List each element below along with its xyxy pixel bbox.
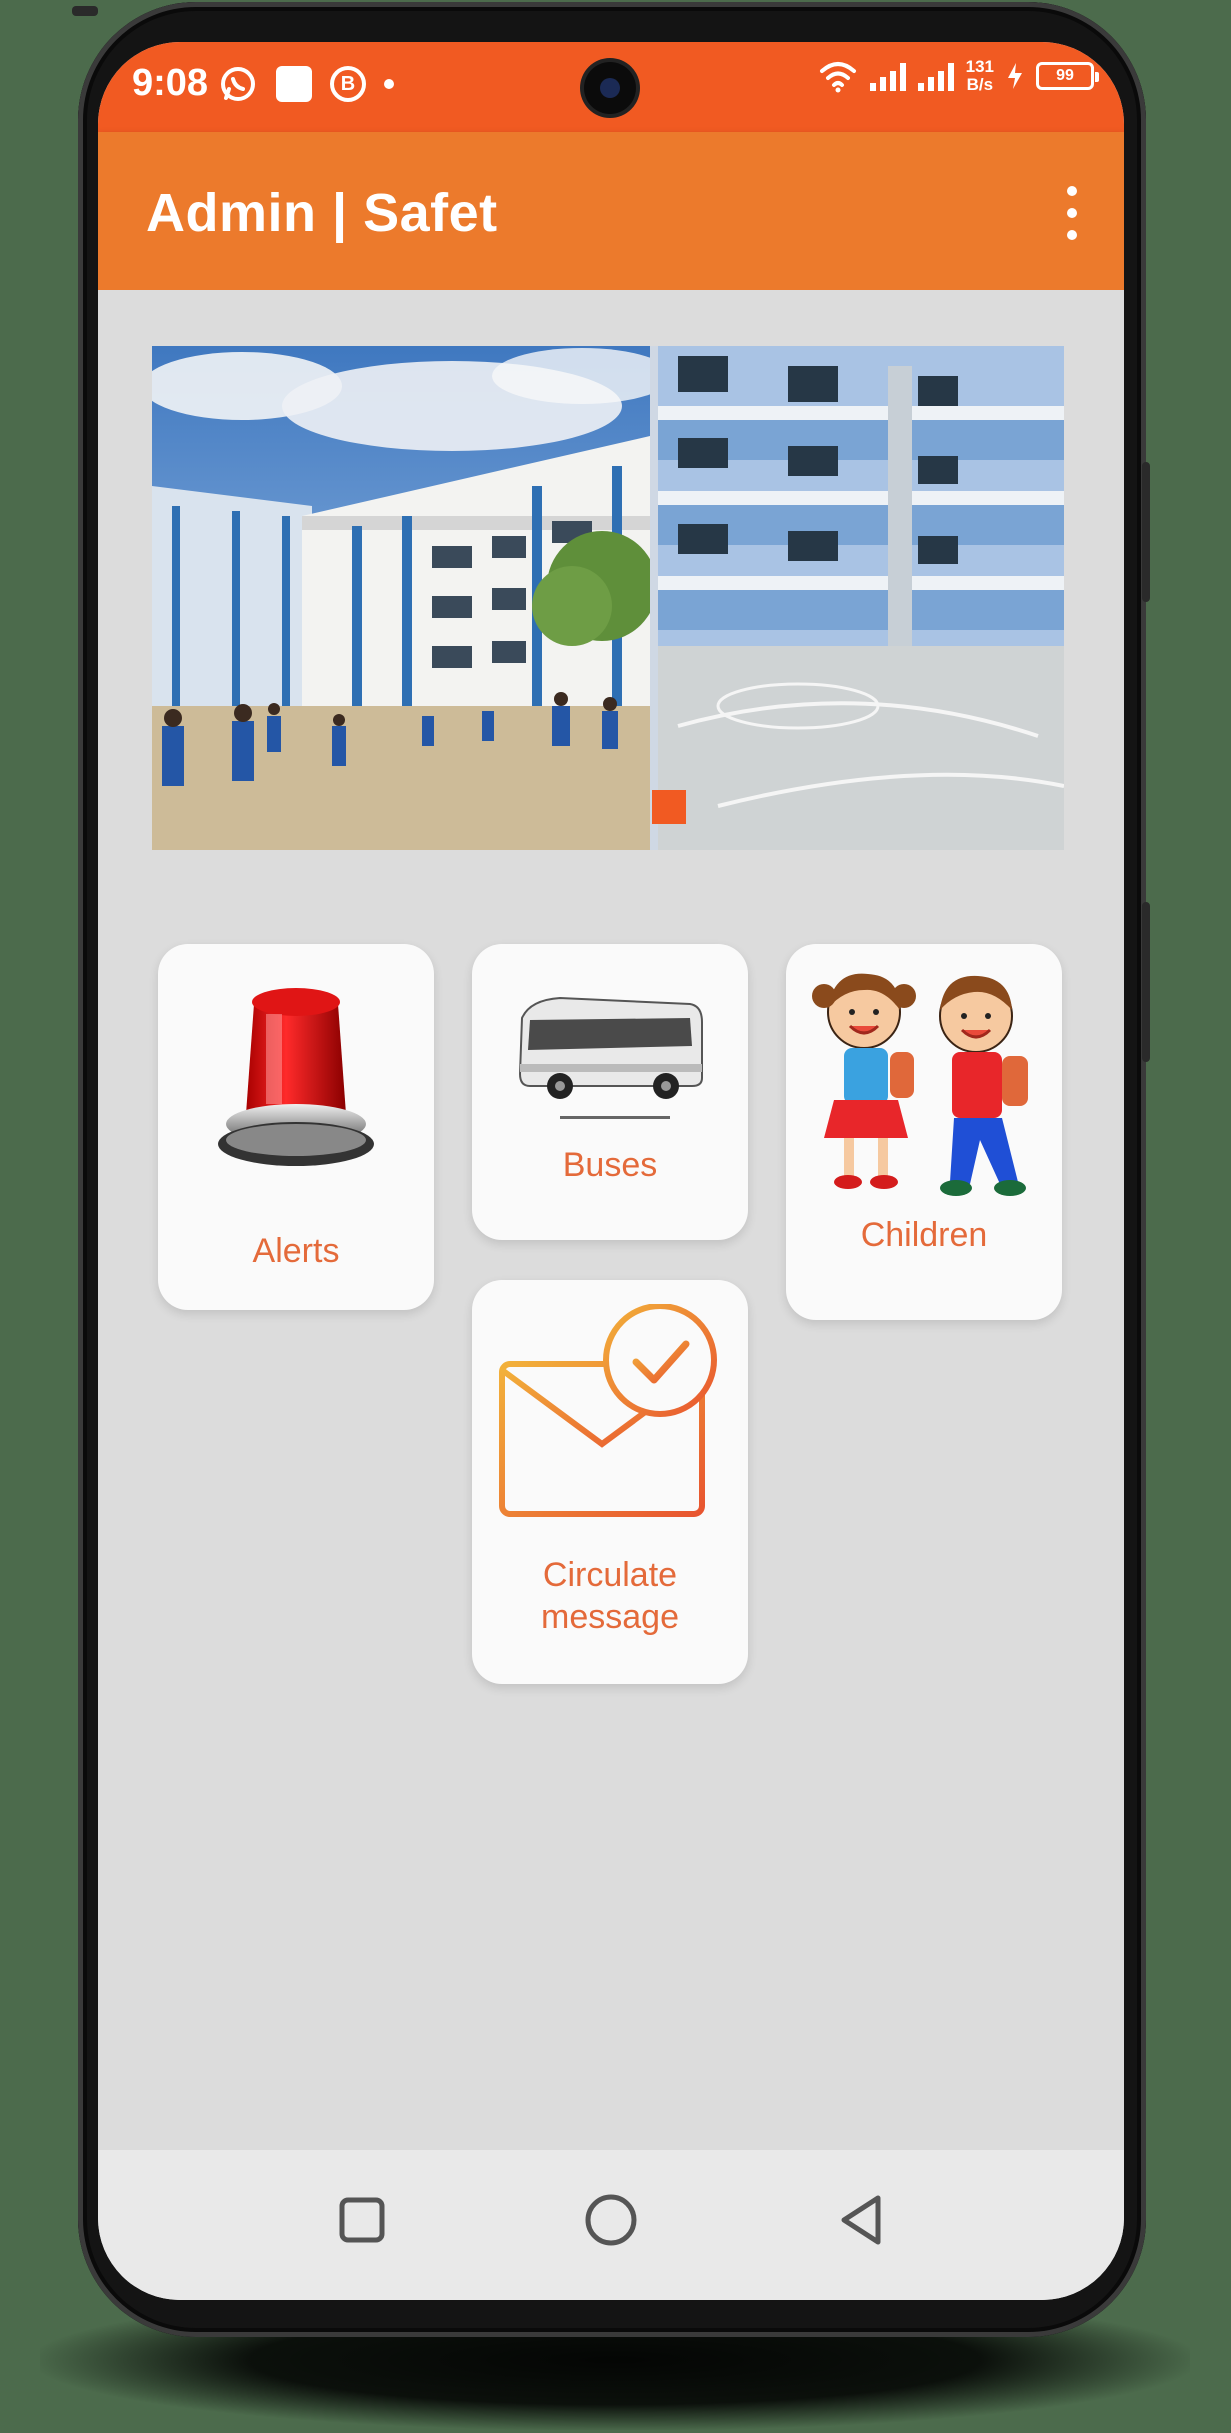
status-right-icons: 131 B/s 99 [818,58,1099,94]
battery-icon: 99 [1036,62,1099,90]
whatsapp-icon [221,67,255,101]
front-camera [584,62,636,114]
carousel-indicator[interactable] [652,790,686,824]
power-button [1142,902,1150,1062]
net-speed: 131 B/s [966,58,994,94]
volume-button [1142,462,1150,602]
top-edge-detail [72,6,98,16]
app-square-icon [276,66,312,102]
siren-icon [218,988,374,1166]
net-speed-value: 131 [965,57,994,76]
back-button[interactable] [832,2190,892,2250]
charging-icon [1008,63,1022,89]
alerts-label: Alerts [252,1232,340,1270]
recents-button[interactable] [332,2190,392,2250]
signal-icon-1 [869,61,906,91]
navigation-bar [98,2150,1124,2300]
children-icon [812,973,1028,1196]
home-button[interactable] [581,2190,641,2250]
signal-icon-2 [917,61,954,91]
status-time: 9:08 [132,62,209,104]
overflow-menu-icon[interactable] [1060,186,1084,240]
wifi-icon [819,62,856,93]
dashboard-content: Alerts Buses Children Circulate message [98,290,1124,2150]
circulate-message-label: Circulate message [541,1554,679,1638]
dot-icon [384,79,394,89]
bus-icon [518,996,703,1119]
net-speed-unit: B/s [966,75,994,94]
children-tile[interactable]: Children [786,944,1062,1320]
app-bar: Admin | Safet [98,132,1124,290]
notification-icons: B [218,64,394,104]
circulate-label-line2: message [541,1598,679,1636]
circulate-label-line1: Circulate [542,1556,678,1594]
school-courtyard-photo [152,346,650,850]
phone-screen: 9:08 B 131 B/s 99 Admin | Safet Alerts B… [98,42,1124,2300]
app-title: Admin | Safet [146,183,498,243]
buses-tile[interactable]: Buses [472,944,748,1240]
whatsapp-business-icon: B [330,66,366,102]
alerts-tile[interactable]: Alerts [158,944,434,1310]
status-bar: 9:08 B 131 B/s 99 [98,42,1124,132]
circulate-message-tile[interactable]: Circulate message [472,1280,748,1684]
envelope-check-icon [499,1304,717,1517]
school-building-photo [658,346,1064,850]
buses-label: Buses [562,1146,658,1184]
image-carousel[interactable] [152,346,1064,850]
children-label: Children [860,1216,988,1254]
